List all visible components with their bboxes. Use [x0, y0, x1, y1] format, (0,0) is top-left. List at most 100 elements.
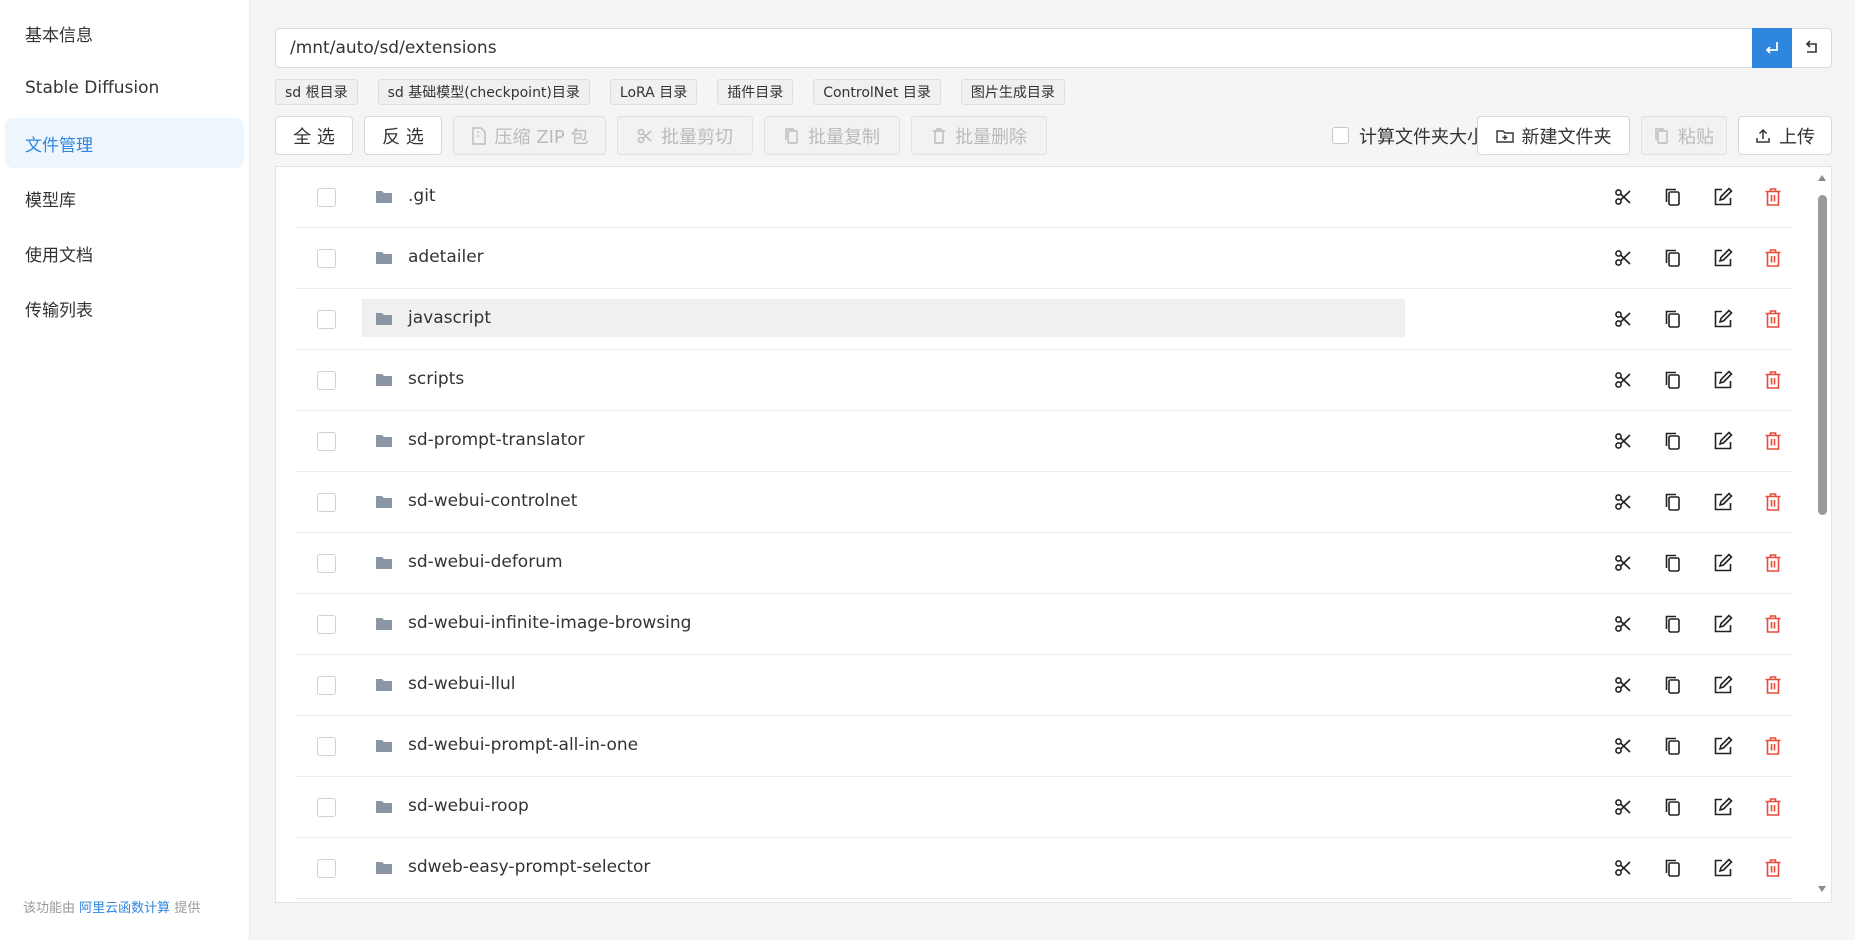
scroll-down-arrow[interactable]: [1818, 886, 1826, 892]
upload-button[interactable]: 上传: [1738, 116, 1832, 155]
cut-button[interactable]: [1612, 552, 1634, 574]
table-row[interactable]: .git: [296, 167, 1792, 228]
file-name-cell[interactable]: adetailer: [362, 238, 1405, 276]
path-input[interactable]: [275, 28, 1752, 68]
row-checkbox[interactable]: [317, 615, 336, 634]
edit-button[interactable]: [1712, 247, 1734, 269]
batch-delete-button[interactable]: 批量删除: [911, 116, 1047, 155]
table-row[interactable]: sd-webui-infinite-image-browsing: [296, 594, 1792, 655]
sidebar-item-file-management[interactable]: 文件管理: [5, 118, 244, 168]
file-name-cell[interactable]: sdweb-easy-prompt-selector: [362, 848, 1405, 886]
row-checkbox[interactable]: [317, 859, 336, 878]
file-name-cell[interactable]: sd-webui-controlnet: [362, 482, 1405, 520]
batch-cut-button[interactable]: 批量剪切: [617, 116, 753, 155]
file-list-scrollbar[interactable]: [1815, 167, 1829, 902]
table-row[interactable]: sd-webui-llul: [296, 655, 1792, 716]
cut-button[interactable]: [1612, 674, 1634, 696]
copy-button[interactable]: [1662, 796, 1684, 818]
tag-lora-dir[interactable]: LoRA 目录: [609, 79, 698, 105]
cut-button[interactable]: [1612, 796, 1634, 818]
cut-button[interactable]: [1612, 735, 1634, 757]
cut-button[interactable]: [1612, 308, 1634, 330]
copy-button[interactable]: [1662, 552, 1684, 574]
edit-button[interactable]: [1712, 186, 1734, 208]
delete-button[interactable]: [1762, 247, 1784, 269]
calc-size-checkbox[interactable]: [1332, 127, 1349, 144]
row-checkbox[interactable]: [317, 554, 336, 573]
tag-extensions-dir[interactable]: 插件目录: [717, 79, 794, 105]
delete-button[interactable]: [1762, 430, 1784, 452]
delete-button[interactable]: [1762, 857, 1784, 879]
copy-button[interactable]: [1662, 247, 1684, 269]
zip-button[interactable]: 压缩 ZIP 包: [453, 116, 606, 155]
paste-button[interactable]: 粘贴: [1641, 116, 1727, 155]
file-name-cell[interactable]: .git: [362, 177, 1405, 215]
batch-copy-button[interactable]: 批量复制: [764, 116, 900, 155]
table-row[interactable]: sd-prompt-translator: [296, 411, 1792, 472]
copy-button[interactable]: [1662, 491, 1684, 513]
edit-button[interactable]: [1712, 552, 1734, 574]
delete-button[interactable]: [1762, 613, 1784, 635]
edit-button[interactable]: [1712, 491, 1734, 513]
copy-button[interactable]: [1662, 369, 1684, 391]
copy-button[interactable]: [1662, 186, 1684, 208]
new-folder-button[interactable]: 新建文件夹: [1477, 116, 1630, 155]
cut-button[interactable]: [1612, 613, 1634, 635]
delete-button[interactable]: [1762, 796, 1784, 818]
sidebar-item-basic-info[interactable]: 基本信息: [5, 8, 244, 58]
cut-button[interactable]: [1612, 491, 1634, 513]
table-row[interactable]: sd-webui-deforum: [296, 533, 1792, 594]
edit-button[interactable]: [1712, 674, 1734, 696]
edit-button[interactable]: [1712, 796, 1734, 818]
delete-button[interactable]: [1762, 369, 1784, 391]
table-row[interactable]: javascript: [296, 289, 1792, 350]
tag-output-dir[interactable]: 图片生成目录: [960, 79, 1065, 105]
edit-button[interactable]: [1712, 613, 1734, 635]
row-checkbox[interactable]: [317, 249, 336, 268]
select-all-button[interactable]: 全 选: [275, 116, 353, 155]
copy-button[interactable]: [1662, 308, 1684, 330]
back-path-button[interactable]: [1792, 28, 1832, 68]
row-checkbox[interactable]: [317, 493, 336, 512]
delete-button[interactable]: [1762, 674, 1784, 696]
sidebar-item-model-library[interactable]: 模型库: [5, 173, 244, 223]
scrollbar-thumb[interactable]: [1818, 195, 1827, 515]
copy-button[interactable]: [1662, 613, 1684, 635]
sidebar-item-transfer-list[interactable]: 传输列表: [5, 283, 244, 333]
edit-button[interactable]: [1712, 857, 1734, 879]
cut-button[interactable]: [1612, 247, 1634, 269]
delete-button[interactable]: [1762, 735, 1784, 757]
cut-button[interactable]: [1612, 857, 1634, 879]
file-name-cell[interactable]: sd-webui-roop: [362, 787, 1405, 825]
table-row[interactable]: sdweb-easy-prompt-selector: [296, 838, 1792, 899]
calc-folder-size[interactable]: 计算文件夹大小: [1332, 116, 1485, 155]
table-row[interactable]: sd-webui-prompt-all-in-one: [296, 716, 1792, 777]
row-checkbox[interactable]: [317, 188, 336, 207]
edit-button[interactable]: [1712, 430, 1734, 452]
copy-button[interactable]: [1662, 674, 1684, 696]
delete-button[interactable]: [1762, 186, 1784, 208]
cut-button[interactable]: [1612, 369, 1634, 391]
row-checkbox[interactable]: [317, 676, 336, 695]
footer-provider-link[interactable]: 阿里云函数计算: [79, 901, 170, 916]
delete-button[interactable]: [1762, 491, 1784, 513]
file-name-cell[interactable]: sd-webui-llul: [362, 665, 1405, 703]
file-name-cell[interactable]: javascript: [362, 299, 1405, 337]
cut-button[interactable]: [1612, 430, 1634, 452]
go-path-button[interactable]: [1752, 28, 1792, 68]
delete-button[interactable]: [1762, 552, 1784, 574]
copy-button[interactable]: [1662, 430, 1684, 452]
scroll-up-arrow[interactable]: [1818, 175, 1826, 181]
sidebar-item-docs[interactable]: 使用文档: [5, 228, 244, 278]
table-row[interactable]: adetailer: [296, 228, 1792, 289]
tag-controlnet-dir[interactable]: ControlNet 目录: [813, 79, 941, 105]
edit-button[interactable]: [1712, 308, 1734, 330]
row-checkbox[interactable]: [317, 798, 336, 817]
file-name-cell[interactable]: scripts: [362, 360, 1405, 398]
sidebar-item-stable-diffusion[interactable]: Stable Diffusion: [5, 63, 244, 113]
file-name-cell[interactable]: sd-webui-prompt-all-in-one: [362, 726, 1405, 764]
tag-checkpoint-dir[interactable]: sd 基础模型(checkpoint)目录: [377, 79, 590, 105]
copy-button[interactable]: [1662, 735, 1684, 757]
row-checkbox[interactable]: [317, 310, 336, 329]
edit-button[interactable]: [1712, 369, 1734, 391]
